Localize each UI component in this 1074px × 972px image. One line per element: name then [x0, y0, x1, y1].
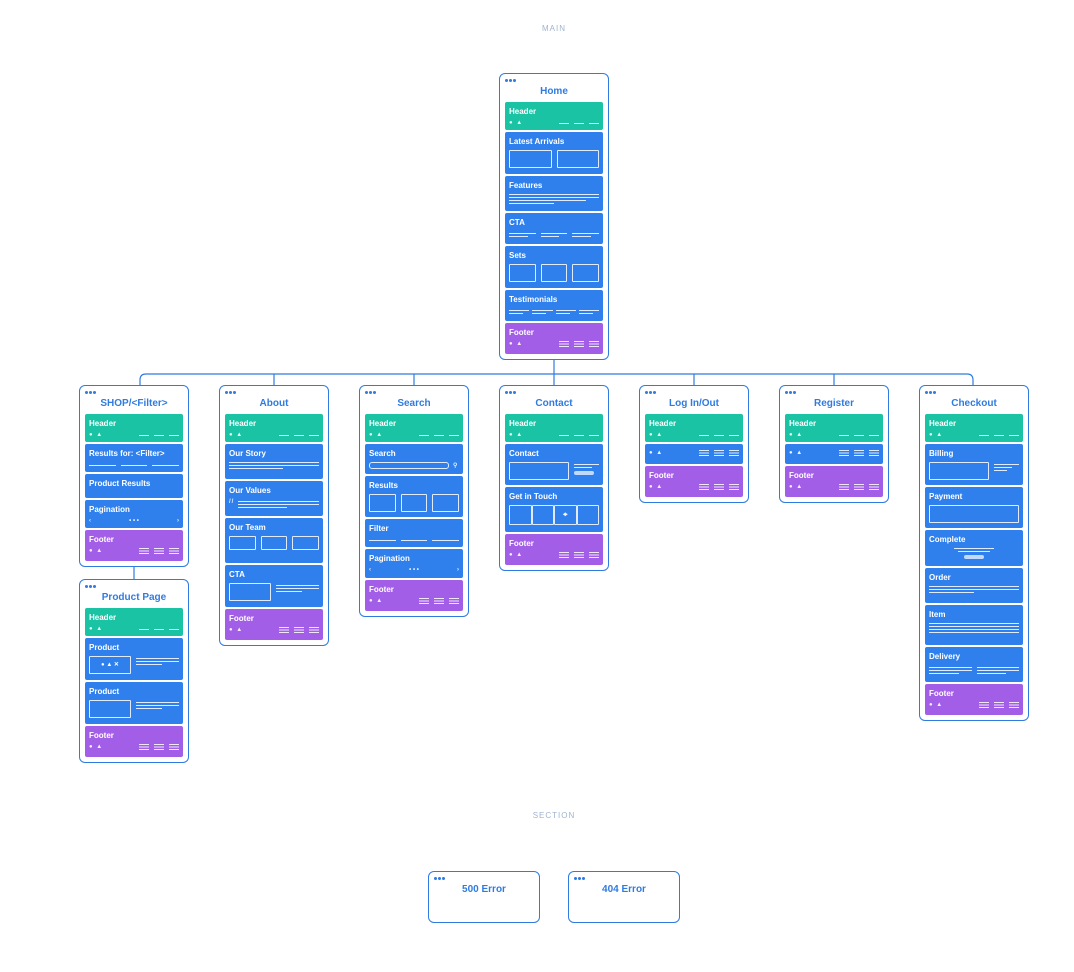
- three-dots-icon: [925, 391, 937, 395]
- block-footer: Footer ● ▲: [225, 609, 323, 640]
- block-features: Features: [505, 176, 603, 211]
- block-billing: Billing: [925, 444, 1023, 485]
- three-dots-icon: [434, 877, 446, 881]
- shapes-icon: ● ▲: [369, 432, 384, 438]
- three-dots-icon: [645, 391, 657, 395]
- page-card-register[interactable]: Register Header ● ▲ ● ▲ Footer ● ▲: [779, 385, 889, 503]
- block-testimonials: Testimonials: [505, 290, 603, 321]
- block-footer: Footer ● ▲: [645, 466, 743, 497]
- block-contact: Contact: [505, 444, 603, 485]
- three-dots-icon: [785, 391, 797, 395]
- block-cta: CTA: [505, 213, 603, 244]
- block-our-story: Our Story: [225, 444, 323, 479]
- product-image-placeholder: ● ▲ ✕: [89, 656, 131, 674]
- shapes-icon: ● ▲: [509, 341, 524, 347]
- page-card-product-page[interactable]: Product Page Header ● ▲ Product ● ▲ ✕ Pr…: [79, 579, 189, 763]
- shapes-icon: ● ▲: [789, 450, 804, 456]
- block-get-in-touch: Get in Touch ⌖: [505, 487, 603, 532]
- block-form: ● ▲: [645, 444, 743, 464]
- block-header: Header ● ▲: [785, 414, 883, 442]
- shapes-icon: ● ▲: [89, 548, 104, 554]
- shapes-icon: ● ▲: [929, 432, 944, 438]
- block-header: Header ● ▲: [85, 414, 183, 442]
- shapes-icon: ● ▲: [649, 450, 664, 456]
- shapes-icon: ● ▲: [509, 432, 524, 438]
- block-search: Search ⚲: [365, 444, 463, 474]
- page-card-404-error[interactable]: 404 Error: [568, 871, 680, 923]
- block-header: Header ● ▲: [925, 414, 1023, 442]
- three-dots-icon: [505, 391, 517, 395]
- page-card-search[interactable]: Search Header ● ▲ Search ⚲ Results Filte…: [359, 385, 469, 617]
- block-header: Header ● ▲: [225, 414, 323, 442]
- block-product: Product ● ▲ ✕: [85, 638, 183, 680]
- search-icon: ⚲: [453, 462, 459, 469]
- three-dots-icon: [85, 391, 97, 395]
- page-card-500-error[interactable]: 500 Error: [428, 871, 540, 923]
- block-product-2: Product: [85, 682, 183, 724]
- shapes-icon: ● ▲: [929, 702, 944, 708]
- block-results-for: Results for: <Filter>: [85, 444, 183, 472]
- block-footer: Footer ● ▲: [85, 530, 183, 561]
- three-dots-icon: [365, 391, 377, 395]
- shapes-icon: ● ▲: [89, 626, 104, 632]
- block-footer: Footer ● ▲: [85, 726, 183, 757]
- shapes-icon: ● ▲: [649, 484, 664, 490]
- shapes-icon: ● ▲: [509, 120, 524, 126]
- block-footer: Footer ● ▲: [505, 323, 603, 354]
- block-footer: Footer ● ▲: [785, 466, 883, 497]
- block-pagination: Pagination ‹ • • • ›: [365, 549, 463, 578]
- shapes-icon: ● ▲: [789, 484, 804, 490]
- block-product-results: Product Results: [85, 474, 183, 498]
- block-cta: CTA: [225, 565, 323, 607]
- three-dots-icon: [225, 391, 237, 395]
- page-card-about[interactable]: About Header ● ▲ Our Story Our Values //…: [219, 385, 329, 646]
- block-header: Header ● ▲: [85, 608, 183, 636]
- pager-control: ‹ • • • ›: [89, 518, 179, 524]
- block-latest-arrivals: Latest Arrivals: [505, 132, 603, 174]
- three-dots-icon: [574, 877, 586, 881]
- page-card-home[interactable]: Home Header ● ▲ Latest Arrivals Features…: [499, 73, 609, 360]
- shapes-icon: ● ▲: [229, 627, 244, 633]
- block-payment: Payment: [925, 487, 1023, 528]
- block-results: Results: [365, 476, 463, 517]
- shapes-icon: ● ▲: [89, 432, 104, 438]
- block-header: Header ● ▲: [365, 414, 463, 442]
- quote-icon: //: [229, 499, 235, 505]
- page-card-contact[interactable]: Contact Header ● ▲ Contact Get in Touch …: [499, 385, 609, 571]
- shapes-icon: ● ▲: [89, 744, 104, 750]
- block-form: ● ▲: [785, 444, 883, 464]
- block-footer: Footer ● ▲: [505, 534, 603, 565]
- block-header: Header ● ▲: [505, 414, 603, 442]
- block-item: Item: [925, 605, 1023, 645]
- block-filter: Filter: [365, 519, 463, 547]
- block-our-team: Our Team: [225, 518, 323, 563]
- block-header: Header ● ▲: [505, 102, 603, 130]
- page-card-checkout[interactable]: Checkout Header ● ▲ Billing Payment Comp…: [919, 385, 1029, 721]
- map-pin-icon: ⌖: [554, 505, 577, 525]
- pager-control: ‹ • • • ›: [369, 567, 459, 573]
- page-card-shop[interactable]: SHOP/<Filter> Header ● ▲ Results for: <F…: [79, 385, 189, 567]
- block-complete: Complete: [925, 530, 1023, 566]
- block-order: Order: [925, 568, 1023, 603]
- search-bar-placeholder: [369, 462, 449, 469]
- block-header: Header ● ▲: [645, 414, 743, 442]
- three-dots-icon: [505, 79, 517, 83]
- block-sets: Sets: [505, 246, 603, 288]
- shapes-icon: ● ▲: [509, 552, 524, 558]
- shapes-icon: ● ▲: [369, 598, 384, 604]
- block-pagination: Pagination ‹ • • • ›: [85, 500, 183, 528]
- page-card-login[interactable]: Log In/Out Header ● ▲ ● ▲ Footer ● ▲: [639, 385, 749, 503]
- block-footer: Footer ● ▲: [925, 684, 1023, 715]
- shapes-icon: ● ▲: [649, 432, 664, 438]
- shapes-icon: ● ▲: [789, 432, 804, 438]
- block-our-values: Our Values //: [225, 481, 323, 516]
- block-footer: Footer ● ▲: [365, 580, 463, 611]
- block-delivery: Delivery: [925, 647, 1023, 682]
- three-dots-icon: [85, 585, 97, 589]
- shapes-icon: ● ▲: [229, 432, 244, 438]
